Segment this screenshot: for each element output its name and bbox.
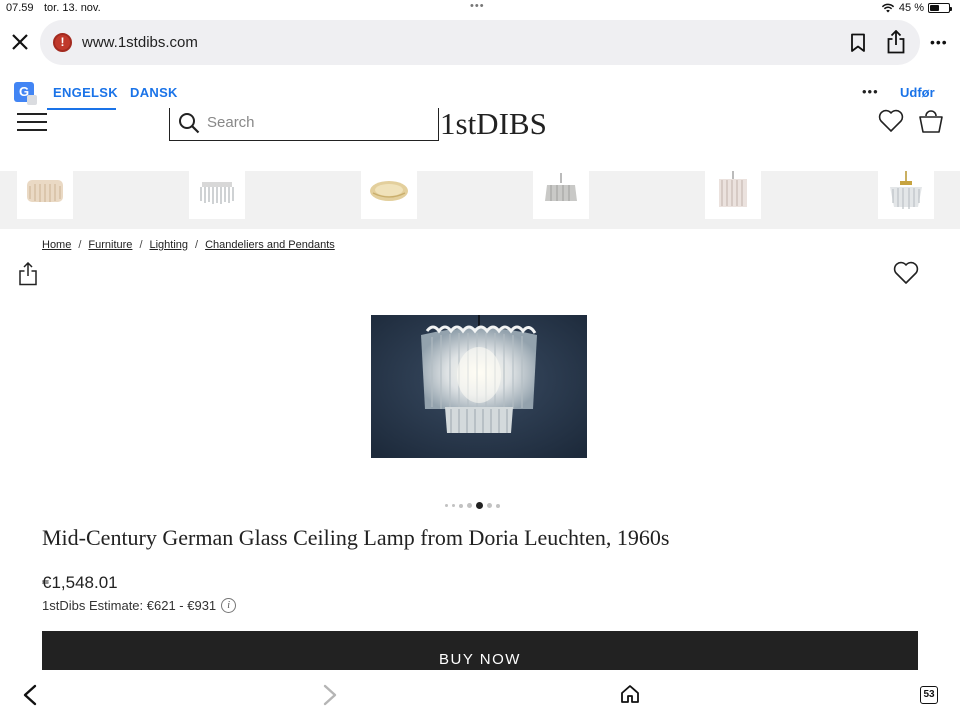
tabs-count-icon[interactable]: 53 <box>920 686 938 704</box>
thumb-cascade-chandelier[interactable] <box>878 171 934 219</box>
search-input[interactable] <box>207 114 407 131</box>
carousel-dot[interactable] <box>452 504 455 507</box>
breadcrumb-separator: / <box>195 239 199 251</box>
security-warning-icon[interactable]: ! <box>53 33 72 52</box>
forward-icon[interactable] <box>322 684 338 706</box>
multitasking-dots[interactable]: ••• <box>470 0 485 12</box>
status-right: 45 % <box>881 2 952 14</box>
home-icon[interactable] <box>620 684 640 704</box>
translate-more-icon[interactable]: ••• <box>862 84 879 99</box>
share-icon[interactable] <box>886 30 906 54</box>
shopping-bag-icon[interactable] <box>918 108 944 134</box>
carousel-dot[interactable] <box>467 503 472 508</box>
status-time: 07.59 <box>6 2 34 14</box>
bookmark-icon[interactable] <box>850 33 866 53</box>
thumb-tube-chandelier[interactable] <box>17 171 73 219</box>
breadcrumb-chandeliers[interactable]: Chandeliers and Pendants <box>205 239 335 251</box>
product-image[interactable] <box>371 315 587 458</box>
breadcrumb-home[interactable]: Home <box>42 239 71 251</box>
translate-tab-danish[interactable]: DANSK <box>130 85 178 100</box>
breadcrumb-separator: / <box>78 239 82 251</box>
carousel-dot[interactable] <box>496 503 500 508</box>
estimate-text: 1stDibs Estimate: €621 - €931 <box>42 598 217 613</box>
buy-now-button[interactable]: BUY NOW <box>42 631 918 671</box>
thumb-flush-mount[interactable] <box>361 171 417 219</box>
thumb-crystal-chandelier[interactable] <box>189 171 245 219</box>
carousel-dot[interactable] <box>445 504 448 507</box>
breadcrumb-lighting[interactable]: Lighting <box>150 239 189 251</box>
breadcrumb: Home / Furniture / Lighting / Chandeliers and … <box>42 239 335 251</box>
search-box[interactable] <box>169 108 439 141</box>
price-estimate: 1stDibs Estimate: €621 - €931 i <box>42 598 237 613</box>
browser-toolbar: 53 <box>0 670 960 720</box>
battery-percent: 45 % <box>898 2 924 14</box>
back-icon[interactable] <box>22 684 38 706</box>
close-icon[interactable] <box>10 32 30 52</box>
thumb-glass-pendant[interactable] <box>533 171 589 219</box>
address-bar[interactable]: ! www.1stdibs.com <box>40 20 920 65</box>
carousel-dot[interactable] <box>476 502 483 509</box>
menu-icon[interactable] <box>17 113 47 131</box>
favorites-heart-icon[interactable] <box>878 109 904 133</box>
battery-icon <box>928 3 952 13</box>
google-translate-icon: G <box>14 82 37 105</box>
share-item-icon[interactable] <box>18 262 38 286</box>
breadcrumb-furniture[interactable]: Furniture <box>88 239 132 251</box>
translate-done-button[interactable]: Udfør <box>900 85 935 100</box>
breadcrumb-separator: / <box>139 239 143 251</box>
product-title: Mid-Century German Glass Ceiling Lamp fr… <box>42 525 670 550</box>
thumb-ice-glass-pendant[interactable] <box>705 171 761 219</box>
browser-more-icon[interactable]: ••• <box>930 34 948 50</box>
translate-tab-english[interactable]: ENGELSK <box>53 85 118 100</box>
active-language-indicator <box>47 108 116 110</box>
carousel-dot[interactable] <box>459 503 463 508</box>
status-bar: 07.59 tor. 13. nov. ••• 45 % <box>0 0 960 18</box>
url-text[interactable]: www.1stdibs.com <box>82 34 198 51</box>
site-logo[interactable]: 1stDIBS <box>440 106 547 142</box>
carousel-dot[interactable] <box>487 503 492 508</box>
image-carousel-dots[interactable] <box>445 502 500 509</box>
related-items-strip <box>0 171 960 229</box>
search-icon <box>179 113 200 134</box>
favorite-item-heart-icon[interactable] <box>893 261 919 285</box>
info-icon[interactable]: i <box>221 598 237 613</box>
product-price: €1,548.01 <box>42 573 118 592</box>
status-date: tor. 13. nov. <box>44 2 101 14</box>
battery-fill <box>930 5 939 11</box>
wifi-icon <box>881 3 895 13</box>
